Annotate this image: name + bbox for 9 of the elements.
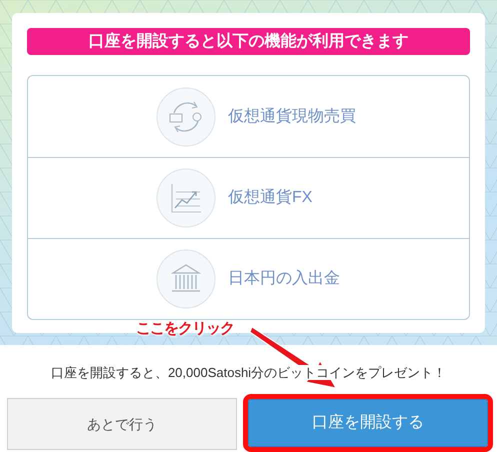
bank-icon <box>156 249 216 309</box>
feature-label: 日本円の入出金 <box>228 268 340 289</box>
chart-icon <box>156 168 216 228</box>
banner-heading: 口座を開設すると以下の機能が利用できます <box>27 28 470 55</box>
later-button[interactable]: あとで行う <box>7 398 237 450</box>
annotation-label: ここをクリック <box>136 319 234 339</box>
feature-label: 仮想通貨現物売買 <box>228 106 356 126</box>
exchange-icon <box>156 86 216 146</box>
feature-label: 仮想通貨FX <box>228 188 312 208</box>
